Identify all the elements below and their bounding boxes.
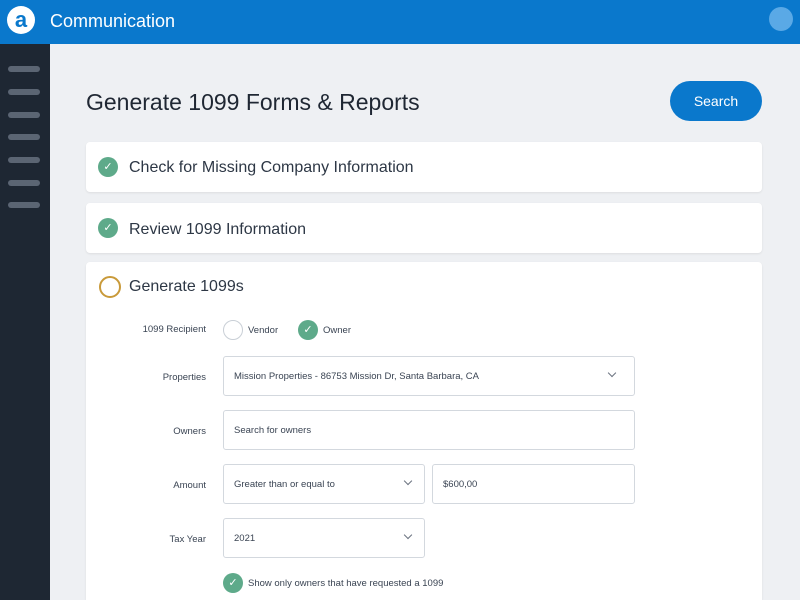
check-icon: ✓ bbox=[98, 157, 118, 177]
step-card-missing-company-info[interactable]: ✓ Check for Missing Company Information bbox=[86, 142, 762, 192]
amount-value-input[interactable]: $600,00 bbox=[432, 464, 635, 504]
sidebar-item-2[interactable] bbox=[8, 89, 40, 95]
in-progress-ring-icon bbox=[99, 276, 121, 298]
chevron-down-icon bbox=[607, 368, 617, 378]
chevron-down-icon bbox=[403, 530, 413, 540]
check-icon: ✓ bbox=[98, 218, 118, 238]
tax-year-label: Tax Year bbox=[169, 534, 206, 545]
sidebar-item-7[interactable] bbox=[8, 202, 40, 208]
top-bar: a Communication bbox=[0, 0, 800, 44]
properties-value: Mission Properties - 86753 Mission Dr, S… bbox=[234, 371, 479, 382]
tax-year-select[interactable]: 2021 bbox=[223, 518, 425, 558]
vendor-radio[interactable] bbox=[223, 320, 243, 340]
properties-select[interactable]: Mission Properties - 86753 Mission Dr, S… bbox=[223, 356, 635, 396]
amount-value: $600,00 bbox=[443, 479, 478, 490]
owner-radio[interactable]: ✓ bbox=[298, 320, 318, 340]
vendor-radio-label[interactable]: Vendor bbox=[248, 325, 278, 336]
app-logo-icon[interactable]: a bbox=[7, 6, 35, 34]
sidebar-item-1[interactable] bbox=[8, 66, 40, 72]
step-card-generate-1099s: Generate 1099s 1099 Recipient Vendor ✓ O… bbox=[86, 262, 762, 600]
recipient-label: 1099 Recipient bbox=[142, 324, 206, 335]
user-avatar[interactable] bbox=[769, 7, 793, 31]
properties-label: Properties bbox=[162, 372, 206, 383]
sidebar-item-4[interactable] bbox=[8, 134, 40, 140]
owners-search-input[interactable]: Search for owners bbox=[223, 410, 635, 450]
step-title: Check for Missing Company Information bbox=[129, 159, 414, 176]
owners-label: Owners bbox=[173, 426, 206, 437]
sidebar bbox=[0, 44, 50, 600]
only-requested-checkbox[interactable]: ✓ bbox=[223, 573, 243, 593]
owners-placeholder: Search for owners bbox=[234, 425, 312, 436]
amount-operator-select[interactable]: Greater than or equal to bbox=[223, 464, 425, 504]
page-title: Generate 1099 Forms & Reports bbox=[86, 89, 420, 115]
sidebar-item-6[interactable] bbox=[8, 180, 40, 186]
owner-radio-label[interactable]: Owner bbox=[323, 325, 351, 336]
app-title: Communication bbox=[50, 11, 176, 31]
step-card-review-1099[interactable]: ✓ Review 1099 Information bbox=[86, 203, 762, 253]
amount-operator-value: Greater than or equal to bbox=[234, 479, 335, 490]
tax-year-value: 2021 bbox=[234, 533, 256, 544]
sidebar-item-5[interactable] bbox=[8, 157, 40, 163]
sidebar-item-3[interactable] bbox=[8, 112, 40, 118]
amount-label: Amount bbox=[173, 480, 206, 491]
step-title: Generate 1099s bbox=[129, 278, 244, 295]
only-requested-label[interactable]: Show only owners that have requested a 1… bbox=[248, 578, 443, 589]
step-title: Review 1099 Information bbox=[129, 221, 306, 238]
chevron-down-icon bbox=[403, 476, 413, 486]
search-button[interactable]: Search bbox=[670, 81, 762, 121]
